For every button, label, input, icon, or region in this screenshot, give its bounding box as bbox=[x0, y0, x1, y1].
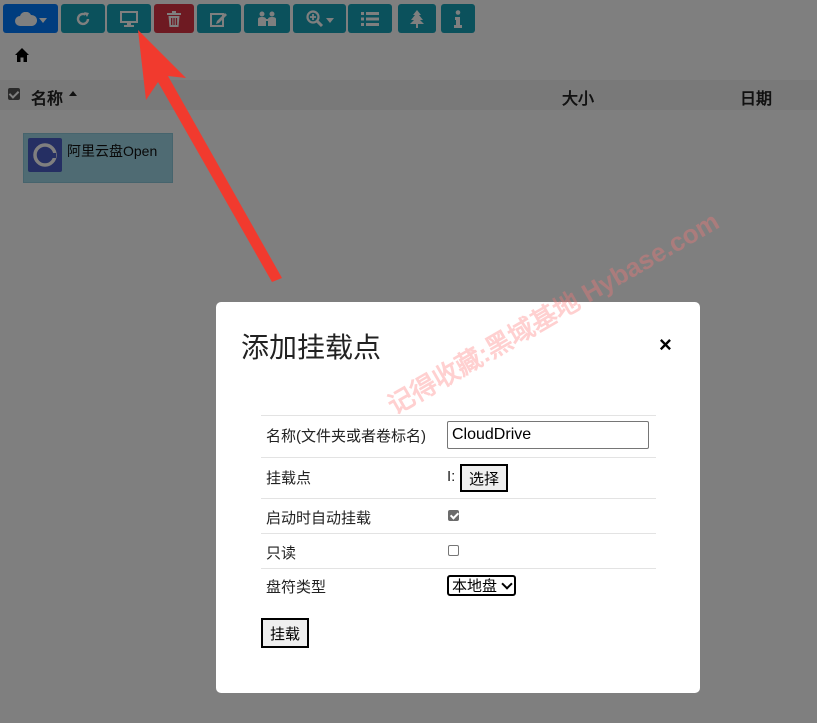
form-row-mount-point: 挂载点 I: 选择 bbox=[261, 457, 656, 498]
add-mount-dialog: 添加挂载点 × 名称(文件夹或者卷标名) 挂载点 I: 选择 启动时自动挂载 只… bbox=[216, 302, 700, 693]
app-window: 名称 大小 日期 阿里云盘Open 添加挂载点 × 名称(文件夹或者卷标名) 挂… bbox=[0, 0, 817, 723]
mount-form: 名称(文件夹或者卷标名) 挂载点 I: 选择 启动时自动挂载 只读 盘符类型 本… bbox=[261, 415, 656, 598]
form-row-readonly: 只读 bbox=[261, 533, 656, 568]
readonly-label: 只读 bbox=[266, 545, 297, 562]
drive-type-select[interactable]: 本地盘 bbox=[447, 575, 517, 596]
choose-mount-point-button[interactable]: 选择 bbox=[460, 464, 509, 492]
form-row-drive-type: 盘符类型 本地盘 bbox=[261, 568, 656, 598]
drive-type-selected: 本地盘 bbox=[452, 578, 498, 595]
mount-point-label: 挂载点 bbox=[266, 470, 312, 487]
close-icon[interactable]: × bbox=[659, 334, 672, 356]
auto-mount-checkbox[interactable] bbox=[448, 510, 459, 521]
chevron-down-icon bbox=[501, 577, 513, 590]
form-row-name: 名称(文件夹或者卷标名) bbox=[261, 415, 656, 457]
name-input[interactable] bbox=[447, 421, 649, 449]
auto-mount-label: 启动时自动挂载 bbox=[266, 510, 372, 527]
name-label: 名称(文件夹或者卷标名) bbox=[266, 428, 426, 445]
drive-type-label: 盘符类型 bbox=[266, 579, 327, 596]
dialog-title: 添加挂载点 bbox=[241, 332, 382, 363]
readonly-checkbox[interactable] bbox=[448, 545, 459, 556]
mount-point-value: I: bbox=[447, 468, 456, 485]
form-row-auto-mount: 启动时自动挂载 bbox=[261, 498, 656, 533]
mount-submit-button[interactable]: 挂载 bbox=[261, 618, 310, 648]
